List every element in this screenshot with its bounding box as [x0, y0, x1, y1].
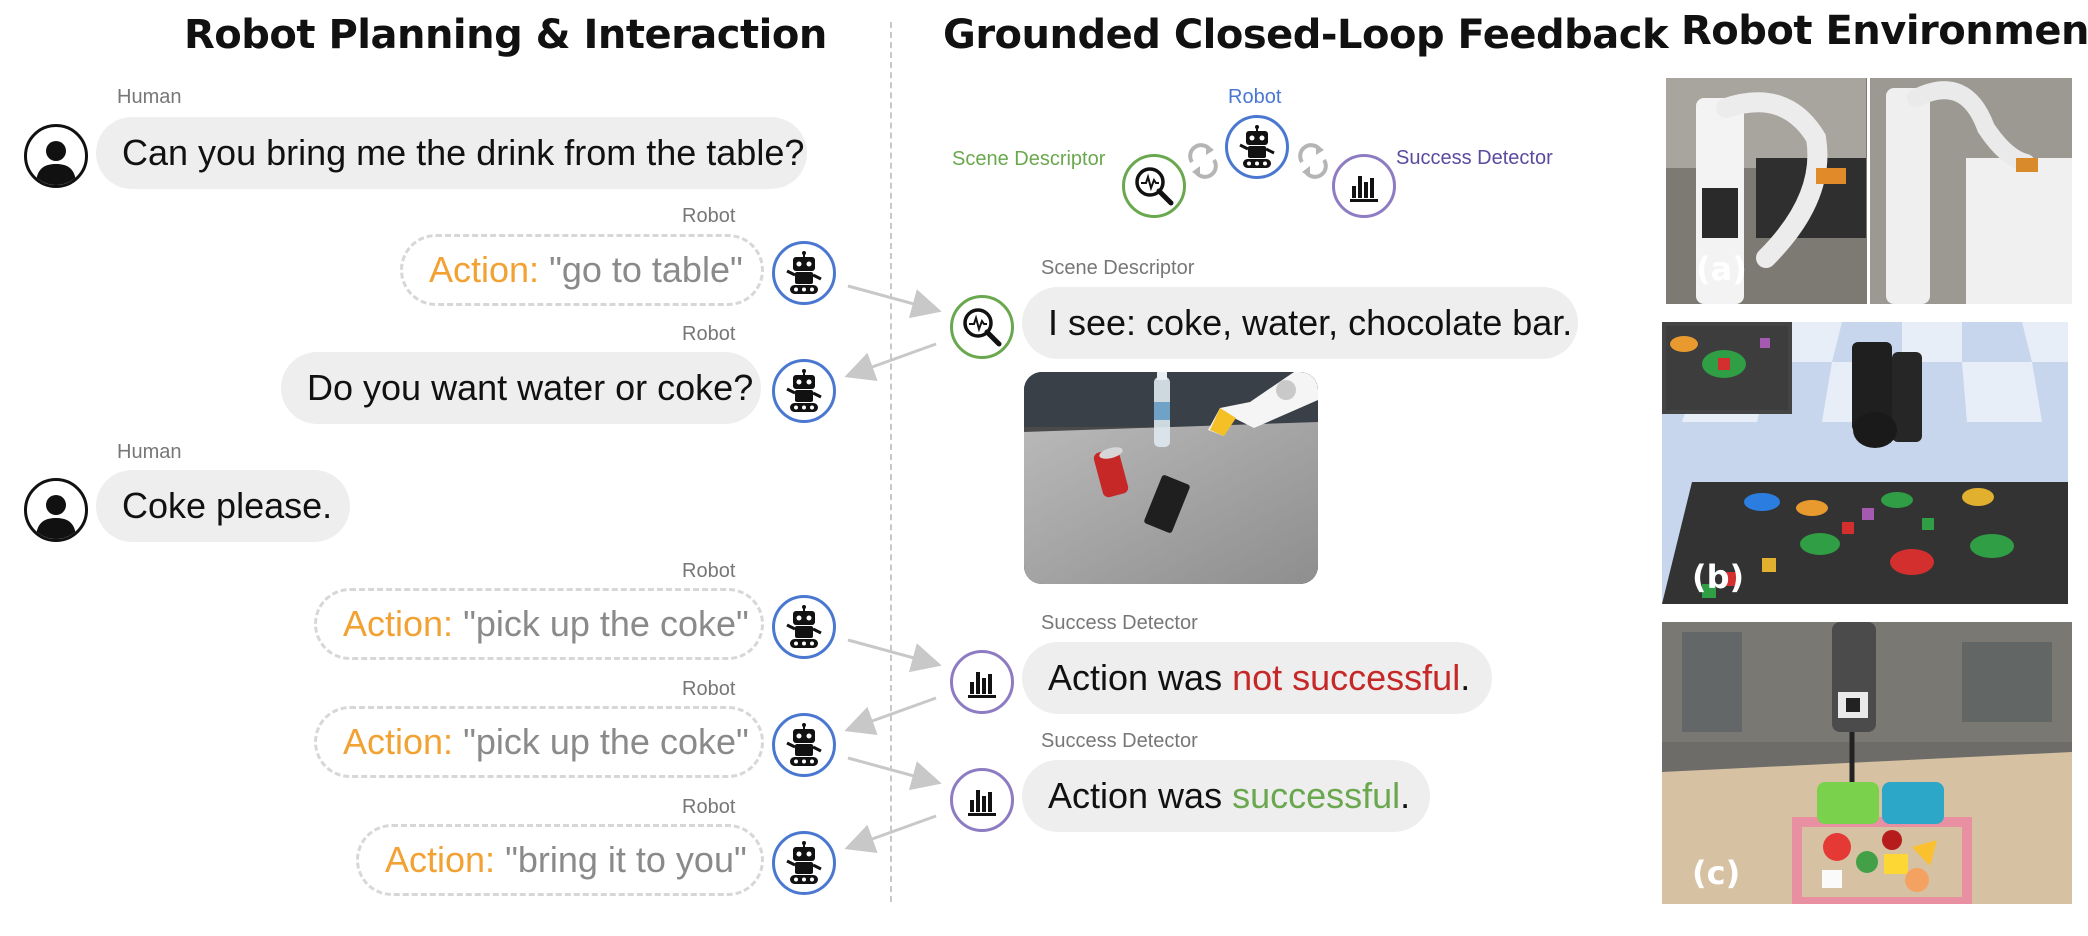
loop-scene-label: Scene Descriptor [952, 148, 1106, 170]
arrow-scene-to-robot [844, 342, 937, 381]
scene-photo [1024, 372, 1318, 584]
human-message-bubble: Coke please. [96, 470, 350, 542]
action-value: "pick up the coke" [463, 603, 749, 644]
robot-action-bubble: Action: "pick up the coke" [314, 706, 764, 778]
success-detector-icon [950, 650, 1014, 714]
speaker-label-success-detector: Success Detector [1041, 730, 1198, 752]
speaker-label-human: Human [117, 441, 182, 463]
success-result-bubble: Action was successful. [1022, 760, 1430, 832]
action-key: Action: [343, 603, 454, 644]
action-value: "go to table" [549, 249, 743, 290]
success-detector-icon [950, 768, 1014, 832]
scene-description-bubble: I see: coke, water, chocolate bar. [1022, 287, 1578, 359]
human-message-bubble: Can you bring me the drink from the tabl… [96, 117, 807, 189]
speaker-label-robot: Robot [682, 796, 736, 818]
speaker-label-success-detector: Success Detector [1041, 612, 1198, 634]
loop-robot-icon [1225, 115, 1289, 179]
action-key: Action: [385, 839, 496, 880]
speaker-label-robot: Robot [682, 560, 736, 582]
loop-success-label: Success Detector [1396, 147, 1553, 169]
environment-image-a: (a) [1666, 78, 2072, 304]
loop-cycle-icon [1188, 143, 1218, 179]
scene-descriptor-icon [950, 295, 1014, 359]
result-prefix: Action was [1048, 775, 1233, 816]
speaker-label-scene-descriptor: Scene Descriptor [1041, 257, 1195, 279]
loop-cycle-icon [1298, 143, 1328, 179]
action-value: "bring it to you" [505, 839, 747, 880]
environment-image-c: (c) [1662, 622, 2072, 904]
success-result-bubble: Action was not successful. [1022, 642, 1492, 714]
result-suffix: . [1400, 775, 1411, 816]
speaker-label-human: Human [117, 86, 182, 108]
robot-action-bubble: Action: "bring it to you" [356, 824, 764, 896]
robot-action-bubble: Action: "pick up the coke" [314, 588, 764, 660]
robot-icon [772, 713, 836, 777]
loop-success-detector-icon [1332, 154, 1396, 218]
robot-icon [772, 241, 836, 305]
arrow-action-to-success-1 [847, 638, 942, 673]
result-prefix: Action was [1048, 657, 1233, 698]
result-suffix: . [1460, 657, 1471, 698]
action-value: "pick up the coke" [463, 721, 749, 762]
arrow-action-to-success-2 [847, 756, 942, 791]
speaker-label-robot: Robot [682, 678, 736, 700]
speaker-label-robot: Robot [682, 205, 736, 227]
robot-message-bubble: Do you want water or coke? [281, 352, 761, 424]
action-key: Action: [429, 249, 540, 290]
environment-label-a: (a) [1696, 250, 1747, 288]
robot-action-bubble: Action: "go to table" [400, 234, 764, 306]
result-highlight-not-successful: not successful [1232, 657, 1461, 698]
loop-robot-label: Robot [1228, 86, 1282, 108]
environment-label-b: (b) [1692, 558, 1745, 596]
arrow-success-2-to-robot [844, 814, 937, 853]
human-avatar-icon [24, 478, 88, 542]
action-key: Action: [343, 721, 454, 762]
environment-image-b: (b) [1662, 322, 2068, 604]
speaker-label-robot: Robot [682, 323, 736, 345]
result-highlight-successful: successful [1232, 775, 1401, 816]
environment-label-c: (c) [1692, 854, 1741, 892]
loop-scene-descriptor-icon [1122, 154, 1186, 218]
human-avatar-icon [24, 124, 88, 188]
arrow-action-to-scene [847, 284, 942, 319]
arrow-success-1-to-robot [844, 696, 937, 735]
robot-icon [772, 831, 836, 895]
robot-icon [772, 359, 836, 423]
robot-icon [772, 595, 836, 659]
